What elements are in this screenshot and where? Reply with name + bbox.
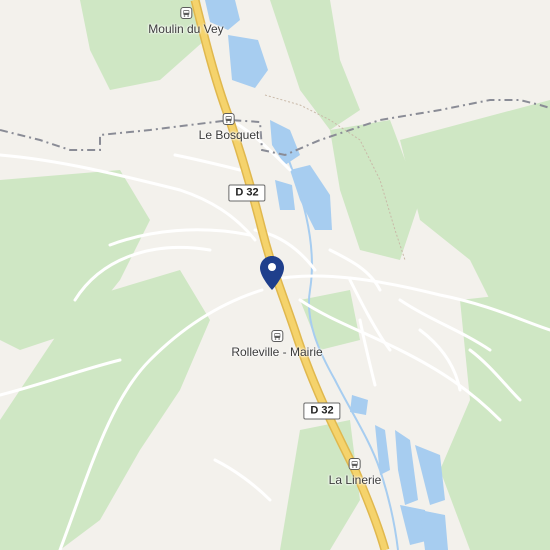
- place-le-bosquet[interactable]: Le Bosquet: [198, 113, 260, 142]
- bus-stop-icon: [270, 330, 283, 342]
- road-label-d32: D 32: [303, 402, 341, 420]
- map-view[interactable]: Moulin du Vey Le Bosquet Rolleville - Ma…: [0, 0, 550, 550]
- road-label-d32: D 32: [228, 184, 266, 202]
- place-rolleville-mairie[interactable]: Rolleville - Mairie: [231, 330, 323, 359]
- bus-stop-icon: [223, 113, 235, 125]
- place-label: Rolleville - Mairie: [231, 345, 323, 359]
- location-pin-icon[interactable]: [260, 256, 284, 290]
- place-label: Moulin du Vey: [148, 22, 224, 36]
- bus-stop-icon: [349, 458, 361, 470]
- place-label: Le Bosquet: [198, 128, 260, 142]
- place-moulin-du-vey[interactable]: Moulin du Vey: [148, 7, 224, 36]
- place-la-linerie[interactable]: La Linerie: [328, 458, 382, 487]
- place-label: La Linerie: [328, 473, 382, 487]
- bus-stop-icon: [179, 7, 192, 19]
